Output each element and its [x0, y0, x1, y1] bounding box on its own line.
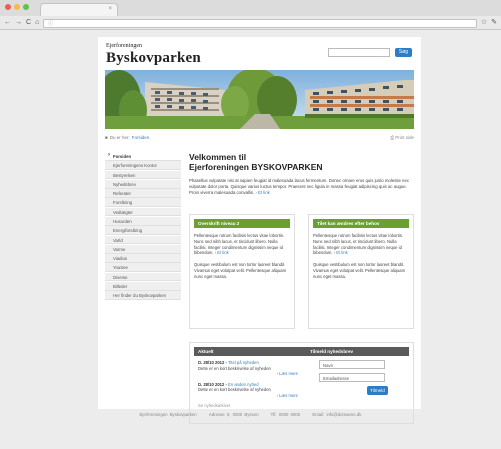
sidebar-item-vedtaegter[interactable]: Vedtægter: [105, 207, 181, 217]
main-content: Velkommen til Ejerforeningen BYSKOVPARKE…: [189, 152, 414, 424]
wrench-menu-icon[interactable]: ✎: [491, 19, 497, 27]
sidebar-item-varld[interactable]: Varld: [105, 235, 181, 245]
news-item-title-link[interactable]: En anden nyhed: [228, 382, 259, 387]
box-1-link-label: Et link: [217, 250, 229, 256]
box-1-link[interactable]: › Et link: [215, 250, 229, 255]
tab-close-icon[interactable]: ×: [108, 6, 112, 12]
news-item: D. 28/10 2012 - Titel på nyheden Dette e…: [198, 360, 298, 377]
forward-arrow-icon[interactable]: →: [15, 19, 22, 27]
news-header-aktuelt: Aktuelt: [198, 349, 214, 354]
window-controls: [5, 4, 29, 10]
box-2-body: Pellentesque rutrum facilisis lectus vit…: [313, 233, 409, 280]
sidebar-item-varme[interactable]: Varme: [105, 244, 181, 254]
breadcrumb-prefix: Du er her:: [109, 135, 130, 140]
close-window-button[interactable]: [5, 4, 11, 10]
box-2-link-label: Et link: [336, 250, 348, 256]
search-input[interactable]: [328, 48, 390, 57]
brand-subtitle: Ejerforeningen: [106, 43, 142, 49]
page-title: Velkommen til Ejerforeningen BYSKOVPARKE…: [189, 152, 414, 172]
news-read-more-label: Læs mere: [279, 392, 298, 398]
sidebar-item-kontor[interactable]: Ejerforeningens Kontor: [105, 161, 181, 170]
maximize-window-button[interactable]: [23, 4, 29, 10]
intro-text: Phasellus vulputate nisi at sapien feugi…: [189, 178, 409, 195]
news-header-signup: Tilmeld nyhedsbrev: [310, 349, 354, 354]
hero-image: [105, 70, 414, 129]
site-footer: Ejerforeningen Byskovparken Adresse 0, 0…: [0, 412, 501, 417]
brand-title[interactable]: Byskovparken: [106, 50, 201, 67]
news-read-more-label: Læs mere: [279, 371, 298, 377]
footer-address: Adresse 0, 0000 Byssen: [208, 412, 259, 417]
address-bar[interactable]: ⓘ: [43, 18, 477, 28]
page-title-line1: Velkommen til: [189, 152, 247, 162]
reload-icon[interactable]: C: [26, 19, 31, 27]
box-1-para-2: Quisque vestibulum est non tortor laoree…: [194, 262, 287, 279]
news-read-more-link[interactable]: › Læs mere: [198, 393, 298, 399]
box-2-title: Tilet kan ændres efter behov: [313, 219, 409, 228]
tab-strip: ×: [0, 0, 501, 16]
subscribe-button[interactable]: Tilmeld: [367, 386, 388, 395]
printer-icon: ⎙: [390, 135, 394, 140]
search-button[interactable]: Søg: [395, 48, 412, 57]
sidebar-item-billeder[interactable]: Billeder: [105, 281, 181, 291]
news-list: D. 28/10 2012 - Titel på nyheden Dette e…: [198, 360, 298, 408]
box-1-title: Overskrift niveau 2: [194, 219, 290, 228]
page-info-icon: ⓘ: [48, 20, 54, 27]
apartment-buildings-photo: [105, 70, 414, 129]
browser-chrome: × ← → C ⌂ ⓘ ☆ ✎: [0, 0, 501, 30]
minimize-window-button[interactable]: [14, 4, 20, 10]
breadcrumb-current-link[interactable]: Forsiden: [132, 135, 150, 140]
bookmark-star-icon[interactable]: ☆: [481, 19, 487, 27]
sidebar-item-yousee[interactable]: YouSee: [105, 263, 181, 273]
news-item-date: D. 28/10 2012 -: [198, 381, 227, 387]
browser-toolbar: ← → C ⌂ ⓘ ☆ ✎: [0, 16, 501, 30]
sidebar-item-viadion[interactable]: Viadion: [105, 254, 181, 263]
news-item-date: D. 28/10 2012 -: [198, 360, 227, 365]
print-page-label: Print side: [395, 135, 414, 140]
sidebar-nav: Forsiden Ejerforeningens Kontor Bestyrel…: [105, 152, 181, 301]
box-2-para-2: Quisque vestibulum est non tortor laoree…: [313, 262, 406, 279]
box-1-para-1: Pellentesque rutrum facilisis lectus vit…: [194, 233, 285, 256]
breadcrumb-home-icon: ■: [105, 135, 108, 140]
newsletter-signup: Navn Emailadresse Tilmeld: [319, 360, 409, 395]
box-1-body: Pellentesque rutrum facilisis lectus vit…: [194, 233, 290, 280]
sidebar-item-foreltning[interactable]: Foreltning: [105, 198, 181, 208]
sidebar-item-nyhedsbrev[interactable]: Nyhedsbrev: [105, 179, 181, 189]
sidebar-item-bestyrelsen[interactable]: Bestyrelsen: [105, 170, 181, 180]
footer-org: Ejerforeningen Byskovparken: [139, 412, 197, 417]
sidebar-item-husorden[interactable]: Husorden: [105, 216, 181, 226]
browser-tab[interactable]: ×: [40, 3, 118, 16]
news-item: D. 28/10 2012 - En anden nyhed Dette er …: [198, 382, 298, 399]
name-field[interactable]: Navn: [319, 360, 385, 369]
breadcrumb: ■ Du er her: Forsiden ⎙ Print side: [105, 133, 414, 142]
news-header: Aktuelt Tilmeld nyhedsbrev: [194, 347, 409, 356]
footer-email[interactable]: Email: info@domaene.dk: [312, 412, 361, 417]
content-box-1: Overskrift niveau 2 Pellentesque rutrum …: [189, 214, 295, 329]
news-archive-link[interactable]: Se nyhedsarkivet: [198, 403, 298, 409]
sidebar-item-forsiden[interactable]: Forsiden: [105, 152, 181, 161]
intro-link-label: Et link: [258, 190, 270, 195]
content-box-2: Tilet kan ændres efter behov Pellentesqu…: [308, 214, 414, 329]
intro-link[interactable]: › Et link: [255, 190, 269, 195]
page-container: Ejerforeningen Byskovparken Søg ■ Du er …: [98, 37, 421, 424]
sidebar-item-energi[interactable]: Energiforsåring: [105, 226, 181, 235]
home-icon[interactable]: ⌂: [35, 19, 39, 27]
news-read-more-link[interactable]: › Læs mere: [198, 371, 298, 377]
sidebar-item-find-us[interactable]: Her finder du Byskovparken: [105, 291, 181, 300]
print-page-link[interactable]: ⎙ Print side: [390, 135, 414, 140]
content-boxes: Overskrift niveau 2 Pellentesque rutrum …: [189, 214, 414, 329]
news-item-title-link[interactable]: Titel på nyheden: [228, 360, 259, 365]
back-arrow-icon[interactable]: ←: [4, 19, 11, 27]
page-title-line2: Ejerforeningen BYSKOVPARKEN: [189, 162, 323, 172]
box-2-para-1: Pellentesque rutrum facilisis lectus vit…: [313, 233, 404, 256]
email-field[interactable]: Emailadresse: [319, 373, 385, 382]
sidebar-item-diverse[interactable]: Diverse: [105, 272, 181, 282]
box-2-link[interactable]: › Et link: [334, 250, 348, 255]
intro-paragraph: Phasellus vulputate nisi at sapien feugi…: [189, 178, 411, 196]
sidebar-item-referater[interactable]: Referater: [105, 189, 181, 198]
footer-phone: Tlf. 0000 0000: [270, 412, 301, 417]
